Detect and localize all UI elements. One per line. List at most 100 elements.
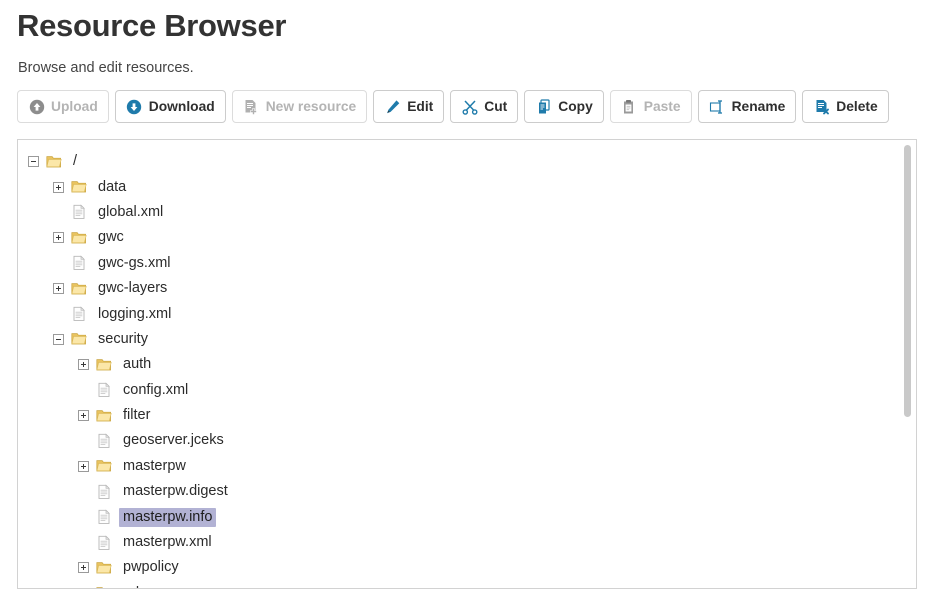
tree-toggle-spacer (78, 537, 89, 548)
toolbar: Upload Download New resource Edit Cut Copy Pas… (17, 90, 889, 123)
tree-expand-icon[interactable] (78, 562, 89, 574)
scissors-icon (461, 98, 478, 115)
toolbar-button-label: Upload (51, 99, 98, 114)
pencil-icon (384, 98, 401, 115)
rename-button[interactable]: Rename (697, 90, 797, 123)
tree-scrollbar-track[interactable] (902, 140, 914, 588)
toolbar-button-label: Download (148, 99, 215, 114)
tree-file-row[interactable]: masterpw.info (18, 504, 916, 529)
tree-node-label[interactable]: pwpolicy (119, 558, 183, 577)
resource-tree: / data global.xml gwc gwc-gs.xml gwc-layers lo… (18, 140, 916, 588)
tree-expand-icon[interactable] (53, 283, 64, 295)
tree-file-row[interactable]: geoserver.jceks (18, 428, 916, 453)
tree-folder-row[interactable]: filter (18, 403, 916, 428)
toolbar-button-label: Delete (836, 99, 878, 114)
tree-file-row[interactable]: gwc-gs.xml (18, 251, 916, 276)
tree-node-label[interactable]: security (94, 330, 152, 349)
cut-button[interactable]: Cut (450, 90, 519, 123)
file-icon (96, 484, 112, 500)
tree-file-row[interactable]: config.xml (18, 378, 916, 403)
file-icon (71, 306, 87, 322)
document-delete-x-icon (813, 98, 830, 115)
tree-node-label[interactable]: data (94, 178, 130, 197)
tree-node-label[interactable]: masterpw.digest (119, 482, 232, 501)
tree-collapse-icon[interactable] (28, 156, 39, 168)
tree-node-label[interactable]: auth (119, 355, 155, 374)
page-title: Resource Browser (17, 8, 287, 43)
tree-file-row[interactable]: masterpw.digest (18, 479, 916, 504)
delete-button[interactable]: Delete (802, 90, 889, 123)
tree-toggle-spacer (78, 486, 89, 497)
resource-tree-panel: / data global.xml gwc gwc-gs.xml gwc-layers lo… (17, 139, 917, 589)
tree-node-label[interactable]: / (69, 152, 81, 171)
tree-node-label[interactable]: gwc (94, 228, 128, 247)
tree-collapse-icon[interactable] (78, 587, 89, 588)
toolbar-button-label: Edit (407, 99, 434, 114)
tree-node-label[interactable]: masterpw.xml (119, 533, 216, 552)
tree-folder-row[interactable]: gwc-layers (18, 276, 916, 301)
tree-toggle-spacer (53, 258, 64, 269)
tree-node-label[interactable]: geoserver.jceks (119, 431, 228, 450)
upload-button: Upload (17, 90, 109, 123)
folder-icon (96, 560, 112, 576)
tree-node-label[interactable]: logging.xml (94, 305, 175, 324)
paste-button: Paste (609, 90, 692, 123)
tree-node-label[interactable]: global.xml (94, 203, 167, 222)
toolbar-button-label: Rename (731, 99, 786, 114)
tree-expand-icon[interactable] (78, 460, 89, 472)
toolbar-button-label: Cut (484, 99, 508, 114)
file-icon (96, 509, 112, 525)
folder-icon (96, 585, 112, 588)
tree-toggle-spacer (78, 435, 89, 446)
tree-file-row[interactable]: global.xml (18, 200, 916, 225)
tree-folder-row[interactable]: security (18, 327, 916, 352)
tree-file-row[interactable]: masterpw.xml (18, 530, 916, 555)
tree-folder-row[interactable]: gwc (18, 225, 916, 250)
page-subtitle: Browse and edit resources. (18, 60, 194, 76)
folder-icon (96, 408, 112, 424)
tree-folder-row[interactable]: auth (18, 352, 916, 377)
tree-scrollbar-thumb[interactable] (904, 145, 911, 417)
tree-node-label[interactable]: config.xml (119, 381, 192, 400)
resource-browser-page: Resource Browser Browse and edit resourc… (0, 0, 933, 596)
new-resource-button: New resource (231, 90, 368, 123)
tree-collapse-icon[interactable] (53, 333, 64, 345)
tree-folder-row[interactable]: pwpolicy (18, 555, 916, 580)
tree-node-label[interactable]: filter (119, 406, 154, 425)
download-button[interactable]: Download (114, 90, 226, 123)
file-icon (96, 382, 112, 398)
tree-node-label[interactable]: gwc-gs.xml (94, 254, 175, 273)
tree-toggle-spacer (78, 385, 89, 396)
tree-folder-row[interactable]: masterpw (18, 454, 916, 479)
tree-folder-row[interactable]: role (18, 581, 916, 588)
tree-file-row[interactable]: logging.xml (18, 301, 916, 326)
folder-icon (96, 357, 112, 373)
download-circle-arrow-down-icon (126, 98, 143, 115)
tree-node-label[interactable]: gwc-layers (94, 279, 171, 298)
folder-icon (71, 281, 87, 297)
toolbar-button-label: Paste (643, 99, 681, 114)
copy-documents-icon (535, 98, 552, 115)
tree-folder-row[interactable]: data (18, 174, 916, 199)
tree-node-label[interactable]: masterpw (119, 457, 190, 476)
tree-node-label[interactable]: masterpw.info (119, 507, 217, 527)
clipboard-icon (621, 98, 638, 115)
tree-folder-row[interactable]: / (18, 149, 916, 174)
folder-icon (96, 458, 112, 474)
tree-expand-icon[interactable] (78, 359, 89, 371)
copy-button[interactable]: Copy (524, 90, 604, 123)
folder-icon (71, 179, 87, 195)
file-icon (71, 255, 87, 271)
tree-expand-icon[interactable] (53, 181, 64, 193)
tree-toggle-spacer (78, 512, 89, 523)
tree-expand-icon[interactable] (78, 410, 89, 422)
rename-textfield-icon (709, 98, 726, 115)
tree-expand-icon[interactable] (53, 232, 64, 244)
tree-node-label[interactable]: role (119, 584, 151, 588)
tree-toggle-spacer (53, 207, 64, 218)
toolbar-button-label: Copy (558, 99, 593, 114)
file-icon (96, 535, 112, 551)
file-icon (96, 433, 112, 449)
folder-icon (71, 230, 87, 246)
edit-button[interactable]: Edit (373, 90, 445, 123)
